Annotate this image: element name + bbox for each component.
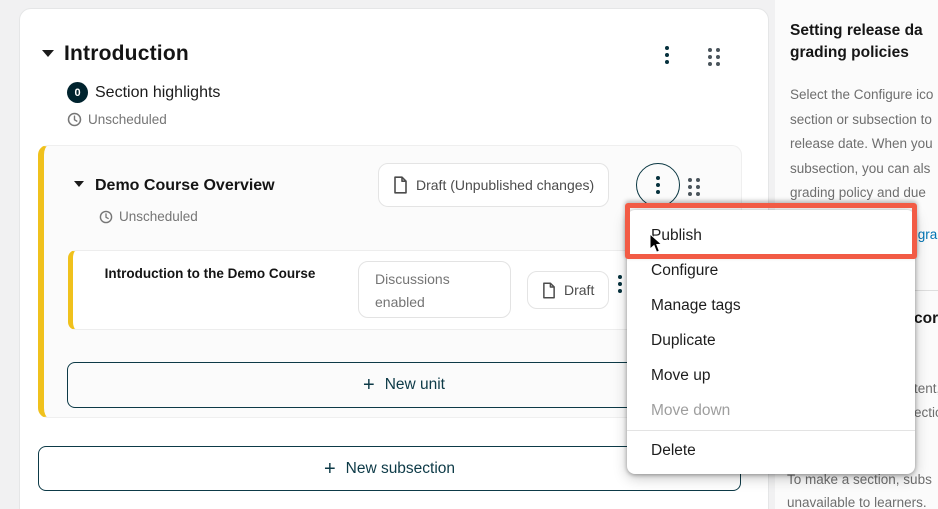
subsection-drag-handle-icon[interactable] — [686, 176, 702, 198]
discussions-enabled-badge: Discussions enabled — [358, 261, 511, 318]
subsection-status-badge: Draft (Unpublished changes) — [378, 163, 609, 207]
course-outline-page: Setting release da grading policies Sele… — [0, 0, 938, 509]
sidebar-heading-line1: Setting release da — [790, 20, 923, 42]
subsection-kebab-menu-button[interactable] — [636, 163, 680, 207]
section-highlights-button[interactable]: Section highlights — [95, 84, 220, 102]
plus-icon: + — [324, 459, 336, 479]
sidebar-text-fragment: ectio — [914, 405, 938, 420]
subsection-title: Demo Course Overview — [95, 177, 275, 195]
menu-item-publish[interactable]: Publish — [627, 218, 915, 253]
plus-icon: + — [363, 375, 375, 395]
clock-icon — [99, 210, 113, 224]
sidebar-paragraph-line: Select the Configure ico — [790, 83, 933, 108]
subsection-schedule-row: Unscheduled — [99, 209, 198, 224]
subsection-status-label: Draft (Unpublished changes) — [416, 177, 594, 193]
section-schedule-label: Unscheduled — [88, 112, 167, 127]
document-icon — [393, 176, 408, 194]
sidebar-paragraph-line: subsection, you can als — [790, 157, 933, 182]
sidebar-paragraph-line: section or subsection to — [790, 108, 933, 133]
sidebar-text-fragment: tent, — [914, 381, 938, 396]
menu-item-delete[interactable]: Delete — [627, 433, 915, 468]
section-title: Introduction — [64, 42, 189, 66]
unit-title[interactable]: Introduction to the Demo Course — [95, 264, 325, 283]
discussions-badge-line2: enabled — [375, 291, 510, 314]
new-subsection-label: New subsection — [346, 460, 455, 478]
discussions-badge-line1: Discussions — [375, 268, 510, 291]
menu-item-duplicate[interactable]: Duplicate — [627, 323, 915, 358]
subsection-schedule-label: Unscheduled — [119, 209, 198, 224]
clock-icon — [67, 112, 82, 127]
section-drag-handle-icon[interactable] — [706, 46, 722, 68]
sidebar-paragraph-line: release date. When you — [790, 132, 933, 157]
sidebar-heading2-fragment: cor — [914, 308, 938, 330]
highlights-count-badge: 0 — [67, 82, 88, 103]
grading-link-fragment[interactable]: gra — [918, 227, 938, 242]
section-schedule-row: Unscheduled — [67, 112, 167, 127]
menu-divider — [627, 430, 915, 431]
subsection-context-menu: Publish Configure Manage tags Duplicate … — [627, 210, 915, 474]
unit-status-label: Draft — [564, 282, 594, 298]
section-collapse-caret-icon[interactable] — [42, 50, 54, 57]
subsection-collapse-caret-icon[interactable] — [74, 181, 84, 187]
sidebar-heading-line2: grading policies — [790, 42, 909, 64]
new-unit-label: New unit — [385, 376, 445, 394]
menu-item-configure[interactable]: Configure — [627, 253, 915, 288]
document-icon — [542, 282, 556, 299]
unit-kebab-menu-button[interactable] — [616, 273, 624, 295]
menu-item-move-down: Move down — [627, 393, 915, 428]
sidebar-bottom-paragraph: To make a section, subs unavailable to l… — [787, 468, 932, 509]
sidebar-paragraph: Select the Configure ico section or subs… — [790, 83, 933, 206]
menu-item-manage-tags[interactable]: Manage tags — [627, 288, 915, 323]
sidebar-link-row: :gra — [914, 227, 937, 242]
sidebar-bottom-line2: unavailable to learners. — [787, 491, 932, 509]
menu-item-move-up[interactable]: Move up — [627, 358, 915, 393]
unit-status-badge: Draft — [527, 271, 609, 309]
section-kebab-menu-button[interactable] — [663, 44, 671, 66]
sidebar-paragraph-line: grading policy and due — [790, 181, 933, 206]
